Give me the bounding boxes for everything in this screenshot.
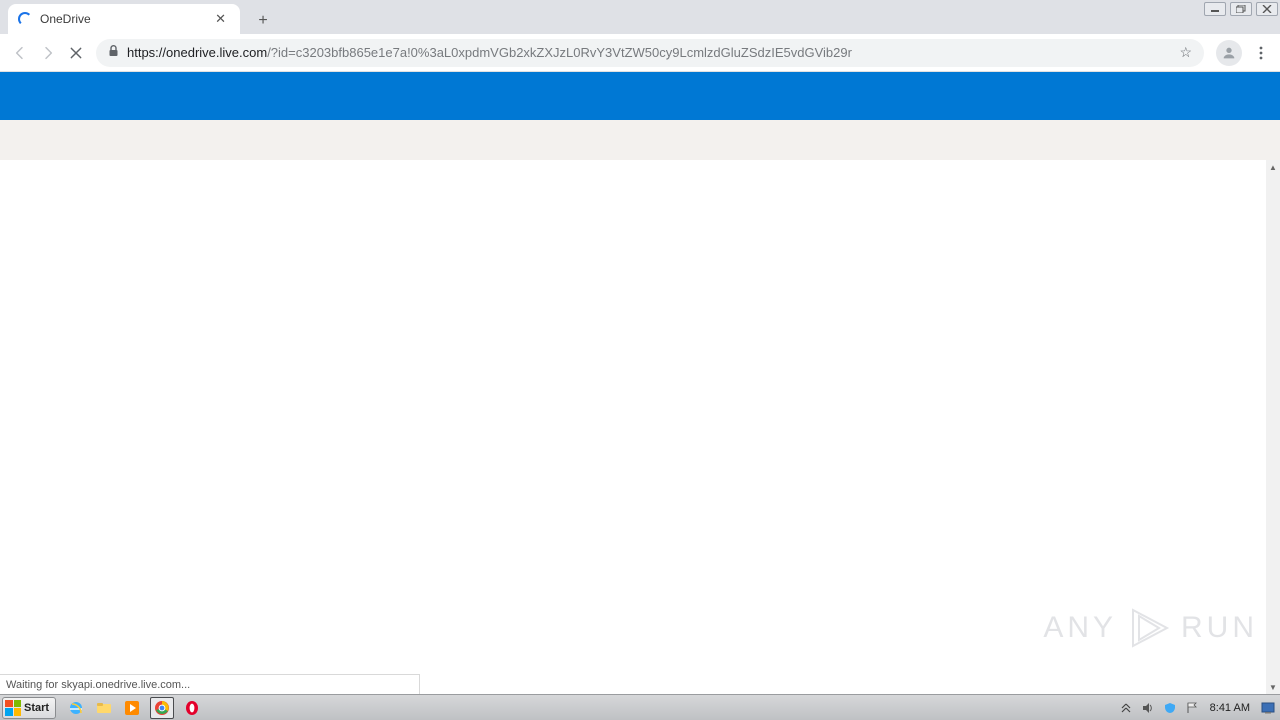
browser-tab-active[interactable]: OneDrive ✕ [8, 4, 240, 34]
scroll-up-arrow-icon[interactable]: ▲ [1266, 160, 1280, 174]
window-controls [1204, 2, 1278, 16]
tray-chevron-icon[interactable] [1118, 700, 1134, 716]
taskbar-chrome-icon[interactable] [150, 697, 174, 719]
bookmark-star-icon[interactable]: ☆ [1179, 44, 1192, 61]
tray-volume-icon[interactable] [1140, 700, 1156, 716]
browser-status-bar: Waiting for skyapi.onedrive.live.com... [0, 674, 420, 694]
taskbar-ie-icon[interactable] [66, 698, 86, 718]
browser-toolbar: https://onedrive.live.com/?id=c3203bfb86… [0, 34, 1280, 72]
vertical-scrollbar[interactable]: ▲ ▼ [1266, 160, 1280, 694]
page-body [0, 160, 1266, 694]
url-scheme: https:// [127, 45, 166, 60]
onedrive-header-bar [0, 72, 1280, 120]
page-content: ▲ ▼ ANY RUN [0, 72, 1280, 694]
start-button[interactable]: Start [2, 697, 56, 719]
windows-logo-icon [5, 700, 21, 716]
scroll-down-arrow-icon[interactable]: ▼ [1266, 680, 1280, 694]
scroll-track[interactable] [1266, 174, 1280, 680]
browser-menu-button[interactable] [1248, 40, 1274, 66]
taskbar-opera-icon[interactable] [182, 698, 202, 718]
quick-launch [66, 697, 202, 719]
onedrive-command-bar [0, 120, 1280, 160]
status-text: Waiting for skyapi.onedrive.live.com... [6, 679, 190, 691]
tray-flag-icon[interactable] [1184, 700, 1200, 716]
system-tray: 8:41 AM [1118, 700, 1280, 716]
tab-title: OneDrive [40, 12, 211, 26]
window-close-button[interactable] [1256, 2, 1278, 16]
profile-avatar-button[interactable] [1216, 40, 1242, 66]
tray-shield-icon[interactable] [1162, 700, 1178, 716]
url-path: /?id=c3203bfb865e1e7a!0%3aL0xpdmVGb2xkZX… [267, 45, 852, 60]
tab-close-button[interactable]: ✕ [211, 9, 230, 29]
new-tab-button[interactable]: + [250, 8, 276, 34]
loading-spinner-icon [18, 12, 32, 26]
window-minimize-button[interactable] [1204, 2, 1226, 16]
taskbar-media-icon[interactable] [122, 698, 142, 718]
browser-tabstrip: OneDrive ✕ + [0, 18, 1280, 34]
url-host: onedrive.live.com [166, 45, 267, 60]
lock-icon [108, 45, 119, 60]
window-restore-button[interactable] [1230, 2, 1252, 16]
tray-show-desktop-icon[interactable] [1260, 700, 1276, 716]
address-bar[interactable]: https://onedrive.live.com/?id=c3203bfb86… [96, 39, 1204, 67]
start-label: Start [24, 702, 49, 714]
taskbar-explorer-icon[interactable] [94, 698, 114, 718]
tray-clock[interactable]: 8:41 AM [1206, 702, 1254, 714]
windows-taskbar: Start [0, 694, 1280, 720]
window-frame: OneDrive ✕ + https://onedrive.live.com/?… [0, 0, 1280, 720]
nav-forward-button[interactable] [34, 39, 62, 67]
nav-back-button[interactable] [6, 39, 34, 67]
nav-stop-button[interactable] [62, 39, 90, 67]
